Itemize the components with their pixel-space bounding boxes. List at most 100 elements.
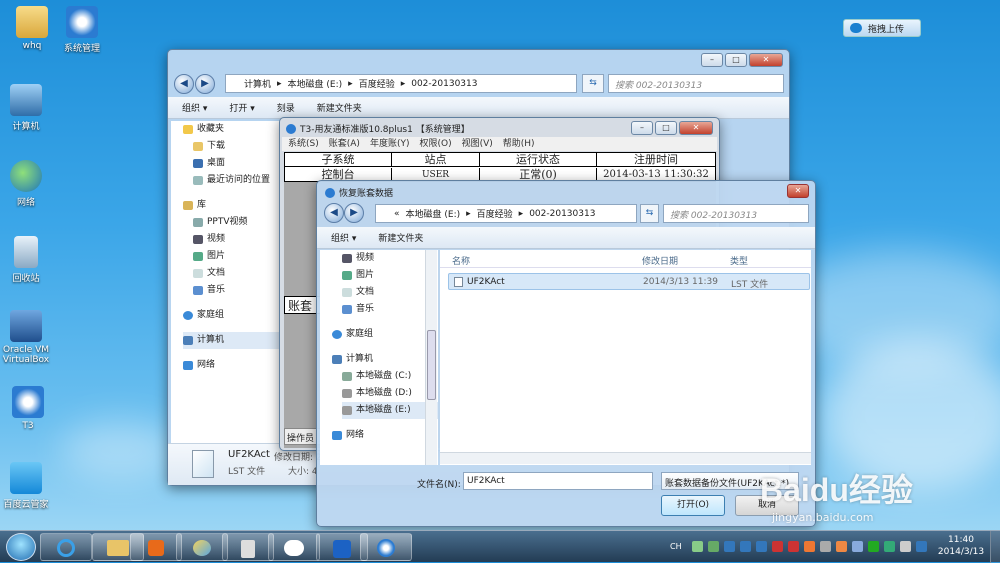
open-button[interactable]: 打开(O): [661, 495, 725, 516]
column-date[interactable]: 修改日期: [642, 254, 678, 267]
nav-recent[interactable]: 最近访问的位置: [183, 172, 281, 189]
nav-music[interactable]: 音乐: [342, 301, 438, 318]
nav-scrollbar[interactable]: [425, 250, 437, 465]
burn-button[interactable]: 刻录: [277, 101, 295, 114]
file-icon: [192, 450, 214, 478]
desktop-icon-system-admin[interactable]: 系统管理: [50, 6, 114, 54]
nav-videos[interactable]: 视频: [183, 231, 281, 248]
desktop-icon-network[interactable]: 网络: [0, 160, 58, 208]
taskbar: CH 11:40 2014/3/13: [0, 530, 1000, 563]
taskbar-media[interactable]: [130, 533, 182, 561]
tray-icon[interactable]: [884, 541, 895, 552]
minimize-button[interactable]: –: [701, 53, 723, 67]
tray-icon[interactable]: [708, 541, 719, 552]
search-input[interactable]: 搜索 002-20130313: [608, 74, 784, 93]
minimize-button[interactable]: –: [631, 121, 653, 135]
desktop-icon-virtualbox[interactable]: Oracle VM VirtualBox: [0, 310, 58, 365]
desktop-icon-t3[interactable]: T3: [0, 386, 60, 431]
nav-libraries[interactable]: 库: [183, 197, 281, 214]
taskbar-t3[interactable]: [222, 533, 274, 561]
tray-icon[interactable]: [772, 541, 783, 552]
search-input[interactable]: 搜索 002-20130313: [663, 204, 809, 223]
column-name[interactable]: 名称: [452, 254, 470, 267]
nav-favorites[interactable]: 收藏夹: [183, 121, 281, 138]
nav-network[interactable]: 网络: [332, 427, 438, 444]
t3-app-icon: [66, 6, 98, 38]
menu-year-account[interactable]: 年度账(Y): [370, 137, 410, 151]
tray-icon[interactable]: [740, 541, 751, 552]
nav-downloads[interactable]: 下载: [183, 138, 281, 155]
nav-drive-e[interactable]: 本地磁盘 (E:): [342, 402, 438, 419]
close-button[interactable]: ✕: [749, 53, 783, 67]
tray-icon[interactable]: [900, 541, 911, 552]
desktop-icon-recycle-bin[interactable]: 回收站: [0, 236, 58, 284]
nav-homegroup[interactable]: 家庭组: [183, 307, 281, 324]
nav-computer[interactable]: 计算机: [332, 351, 438, 368]
nav-documents[interactable]: 文档: [342, 284, 438, 301]
tray-icon[interactable]: [788, 541, 799, 552]
menu-view[interactable]: 视图(V): [462, 137, 493, 151]
new-folder-button[interactable]: 新建文件夹: [317, 101, 362, 114]
menu-help[interactable]: 帮助(H): [503, 137, 535, 151]
taskbar-system-admin[interactable]: [360, 533, 412, 561]
tray-icon[interactable]: [852, 541, 863, 552]
nav-network[interactable]: 网络: [183, 357, 281, 374]
tray-icon[interactable]: [868, 541, 879, 552]
refresh-button[interactable]: ⇆: [640, 204, 659, 223]
tray-icon[interactable]: [756, 541, 767, 552]
nav-pictures[interactable]: 图片: [183, 248, 281, 265]
tray-icon[interactable]: [724, 541, 735, 552]
show-desktop-button[interactable]: [990, 531, 1000, 563]
tray-icon[interactable]: [836, 541, 847, 552]
tray-icon[interactable]: [692, 541, 703, 552]
file-row[interactable]: UF2KAct 2014/3/13 11:39 LST 文件: [448, 273, 810, 290]
nav-pptv[interactable]: PPTV视频: [183, 214, 281, 231]
new-folder-button[interactable]: 新建文件夹: [378, 231, 423, 244]
drag-upload-button[interactable]: 拖拽上传: [843, 19, 921, 37]
nav-drive-c[interactable]: 本地磁盘 (C:): [342, 368, 438, 385]
back-button[interactable]: ◀: [324, 203, 344, 223]
clock[interactable]: 11:40 2014/3/13: [936, 534, 986, 558]
forward-button[interactable]: ▶: [344, 203, 364, 223]
menu-permissions[interactable]: 权限(O): [419, 137, 451, 151]
language-indicator[interactable]: CH: [670, 542, 682, 551]
close-button[interactable]: ✕: [787, 184, 809, 198]
tray-icon[interactable]: [820, 541, 831, 552]
subsystem-table: 子系统 站点 运行状态 注册时间 控制台 USER 正常(0) 2014-03-…: [284, 152, 716, 182]
nav-homegroup[interactable]: 家庭组: [332, 326, 438, 343]
desktop-icon-baidu-cloud[interactable]: 百度云管家: [0, 462, 58, 510]
address-bar[interactable]: 计算机 ▸ 本地磁盘 (E:) ▸ 百度经验 ▸ 002-20130313: [225, 74, 577, 93]
horizontal-scrollbar[interactable]: [440, 452, 811, 464]
column-type[interactable]: 类型: [730, 254, 748, 267]
tray-icon[interactable]: [916, 541, 927, 552]
back-button[interactable]: ◀: [174, 74, 194, 94]
nav-music[interactable]: 音乐: [183, 282, 281, 299]
desktop-icon-computer[interactable]: 计算机: [0, 84, 58, 132]
refresh-button[interactable]: ⇆: [582, 74, 604, 93]
maximize-button[interactable]: □: [725, 53, 747, 67]
nav-computer[interactable]: 计算机: [183, 332, 281, 349]
nav-documents[interactable]: 文档: [183, 265, 281, 282]
address-bar[interactable]: «本地磁盘 (E:) ▸ 百度经验 ▸ 002-20130313: [375, 204, 637, 223]
t3-menu-bar: 系统(S) 账套(A) 年度账(Y) 权限(O) 视图(V) 帮助(H): [282, 137, 717, 151]
organize-menu[interactable]: 组织 ▾: [331, 231, 356, 244]
taskbar-paint[interactable]: [176, 533, 228, 561]
column-header: 站点: [392, 153, 480, 167]
taskbar-ie[interactable]: [40, 533, 92, 561]
menu-system[interactable]: 系统(S): [288, 137, 319, 151]
close-button[interactable]: ✕: [679, 121, 713, 135]
nav-drive-d[interactable]: 本地磁盘 (D:): [342, 385, 438, 402]
nav-desktop[interactable]: 桌面: [183, 155, 281, 172]
organize-menu[interactable]: 组织 ▾: [182, 101, 207, 114]
nav-pictures[interactable]: 图片: [342, 267, 438, 284]
taskbar-baidu-cloud[interactable]: [268, 533, 320, 561]
filename-input[interactable]: UF2KAct: [463, 472, 653, 490]
menu-account-set[interactable]: 账套(A): [329, 137, 360, 151]
open-menu[interactable]: 打开 ▾: [229, 101, 254, 114]
paint-icon: [193, 540, 211, 556]
forward-button[interactable]: ▶: [195, 74, 215, 94]
maximize-button[interactable]: □: [655, 121, 677, 135]
tray-icon[interactable]: [804, 541, 815, 552]
nav-videos[interactable]: 视频: [342, 250, 438, 267]
start-button[interactable]: [6, 533, 36, 561]
